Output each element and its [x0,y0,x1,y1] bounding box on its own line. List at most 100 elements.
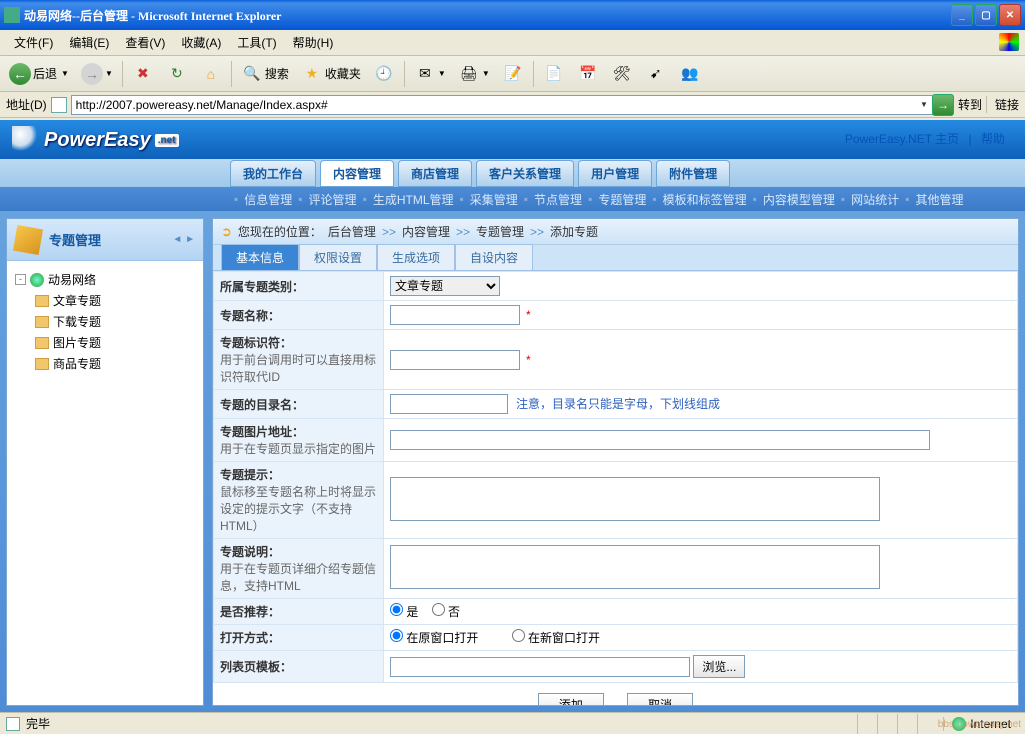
links-label[interactable]: 链接 [986,96,1019,113]
statusbar: 完毕 Internet [0,712,1025,734]
image-input[interactable] [390,430,930,450]
subnav-model[interactable]: 内容模型管理 [763,191,835,208]
menu-edit[interactable]: 编辑(E) [61,32,117,53]
required-mark: * [520,353,531,367]
home-button[interactable]: ⌂ [195,60,227,88]
menu-view[interactable]: 查看(V) [117,32,173,53]
subnav-html[interactable]: 生成HTML管理 [373,191,454,208]
tool-button-4[interactable]: ➹ [640,60,672,88]
inner-tab-custom[interactable]: 自设内容 [455,244,533,270]
favorites-button[interactable]: ★收藏夹 [296,60,366,88]
menu-favorites[interactable]: 收藏(A) [173,32,229,53]
stop-icon: ✖ [132,63,154,85]
collapse-arrows-icon[interactable]: ◄ ► [172,234,195,245]
refresh-button[interactable]: ↻ [161,60,193,88]
tool-button-2[interactable]: 📅 [572,60,604,88]
home-link[interactable]: PowerEasy.NET 主页 [839,132,965,146]
tool-button-3[interactable]: 🛠 [606,60,638,88]
subnav-special[interactable]: 专题管理 [598,191,646,208]
star-icon: ★ [301,63,323,85]
sidebar-header: 专题管理 ◄ ► [7,219,203,261]
menu-file[interactable]: 文件(F) [6,32,61,53]
header-right-links: PowerEasy.NET 主页 | 帮助 [839,130,1011,147]
messenger-button[interactable]: 👥 [674,60,706,88]
tree-root[interactable]: - 动易网络 [15,269,195,290]
subnav-other[interactable]: 其他管理 [915,191,963,208]
tab-workspace[interactable]: 我的工作台 [230,160,316,187]
tab-user[interactable]: 用户管理 [578,160,652,187]
powereasy-logo: PowerEasy .net [12,126,179,154]
chevron-down-icon: ▼ [438,69,446,78]
forward-button[interactable]: →▼ [76,60,118,88]
menu-help[interactable]: 帮助(H) [285,32,342,53]
tree-item-download[interactable]: 下载专题 [35,311,195,332]
subnav: ▪信息管理 ▪评论管理 ▪生成HTML管理 ▪采集管理 ▪节点管理 ▪专题管理 … [0,187,1025,211]
go-button[interactable]: → [932,94,954,116]
name-input[interactable] [390,305,520,325]
tree: - 动易网络 文章专题 下载专题 图片专题 商品专题 [7,261,203,705]
label-name: 专题名称： [214,301,384,330]
maximize-button[interactable]: ▢ [975,4,997,26]
tree-item-product[interactable]: 商品专题 [35,353,195,374]
identifier-input[interactable] [390,350,520,370]
tab-crm[interactable]: 客户关系管理 [476,160,574,187]
stop-button[interactable]: ✖ [127,60,159,88]
chevron-down-icon: ▼ [105,69,113,78]
cancel-button[interactable]: 取消 [627,693,693,705]
template-input[interactable] [390,657,690,677]
subnav-info[interactable]: 信息管理 [244,191,292,208]
search-button[interactable]: 🔍搜索 [236,60,294,88]
dirname-input[interactable] [390,394,508,414]
browse-button[interactable]: 浏览... [693,655,745,678]
tab-content[interactable]: 内容管理 [320,160,394,187]
recommend-yes-option[interactable]: 是 [390,605,418,619]
tree-item-image[interactable]: 图片专题 [35,332,195,353]
refresh-icon: ↻ [166,63,188,85]
close-button[interactable]: ✕ [999,4,1021,26]
folder-icon [35,316,49,328]
tab-attachment[interactable]: 附件管理 [656,160,730,187]
pointer-icon: ➲ [221,224,232,240]
subnav-template[interactable]: 模板和标签管理 [663,191,747,208]
tab-shop[interactable]: 商店管理 [398,160,472,187]
help-link[interactable]: 帮助 [975,132,1011,146]
recommend-no-option[interactable]: 否 [432,605,460,619]
address-input[interactable] [71,95,936,115]
tool-button-1[interactable]: 📄 [538,60,570,88]
open-new-option[interactable]: 在新窗口打开 [512,631,600,645]
open-same-option[interactable]: 在原窗口打开 [390,631,478,645]
inner-tab-perm[interactable]: 权限设置 [299,244,377,270]
back-button[interactable]: ← 后退▼ [4,60,74,88]
tip-textarea[interactable] [390,477,880,521]
folder-icon [35,295,49,307]
status-text: 完毕 [26,715,50,732]
subnav-comment[interactable]: 评论管理 [309,191,357,208]
inner-tab-gen[interactable]: 生成选项 [377,244,455,270]
category-select[interactable]: 文章专题 [390,276,500,296]
print-button[interactable]: 🖨▼ [453,60,495,88]
add-button[interactable]: 添加 [538,693,604,705]
tree-item-article[interactable]: 文章专题 [35,290,195,311]
folder-icon [35,358,49,370]
edit-button[interactable]: 📝 [497,60,529,88]
breadcrumb: ➲ 您现在的位置： 后台管理 >> 内容管理 >> 专题管理 >> 添加专题 [213,219,1018,245]
label-tip: 专题提示： 鼠标移至专题名称上时将显示设定的提示文字（不支持HTML） [214,462,384,539]
history-icon: 🕘 [373,63,395,85]
chevron-down-icon: ▼ [59,69,69,78]
sidebar: 专题管理 ◄ ► - 动易网络 文章专题 下载专题 图片专题 商品专题 [6,218,204,706]
mail-button[interactable]: ✉▼ [409,60,451,88]
go-label[interactable]: 转到 [958,96,982,113]
expand-box-icon[interactable]: - [15,274,26,285]
toolbar: ← 后退▼ →▼ ✖ ↻ ⌂ 🔍搜索 ★收藏夹 🕘 ✉▼ 🖨▼ 📝 📄 📅 🛠 … [0,56,1025,92]
menu-tools[interactable]: 工具(T) [229,32,284,53]
desc-textarea[interactable] [390,545,880,589]
subnav-node[interactable]: 节点管理 [534,191,582,208]
chevron-down-icon[interactable]: ▼ [920,100,928,109]
app-header: PowerEasy .net PowerEasy.NET 主页 | 帮助 [0,120,1025,160]
minimize-button[interactable]: _ [951,4,973,26]
subnav-collect[interactable]: 采集管理 [470,191,518,208]
subnav-stats[interactable]: 网站统计 [851,191,899,208]
history-button[interactable]: 🕘 [368,60,400,88]
inner-tab-basic[interactable]: 基本信息 [221,244,299,270]
label-template: 列表页模板： [214,651,384,683]
